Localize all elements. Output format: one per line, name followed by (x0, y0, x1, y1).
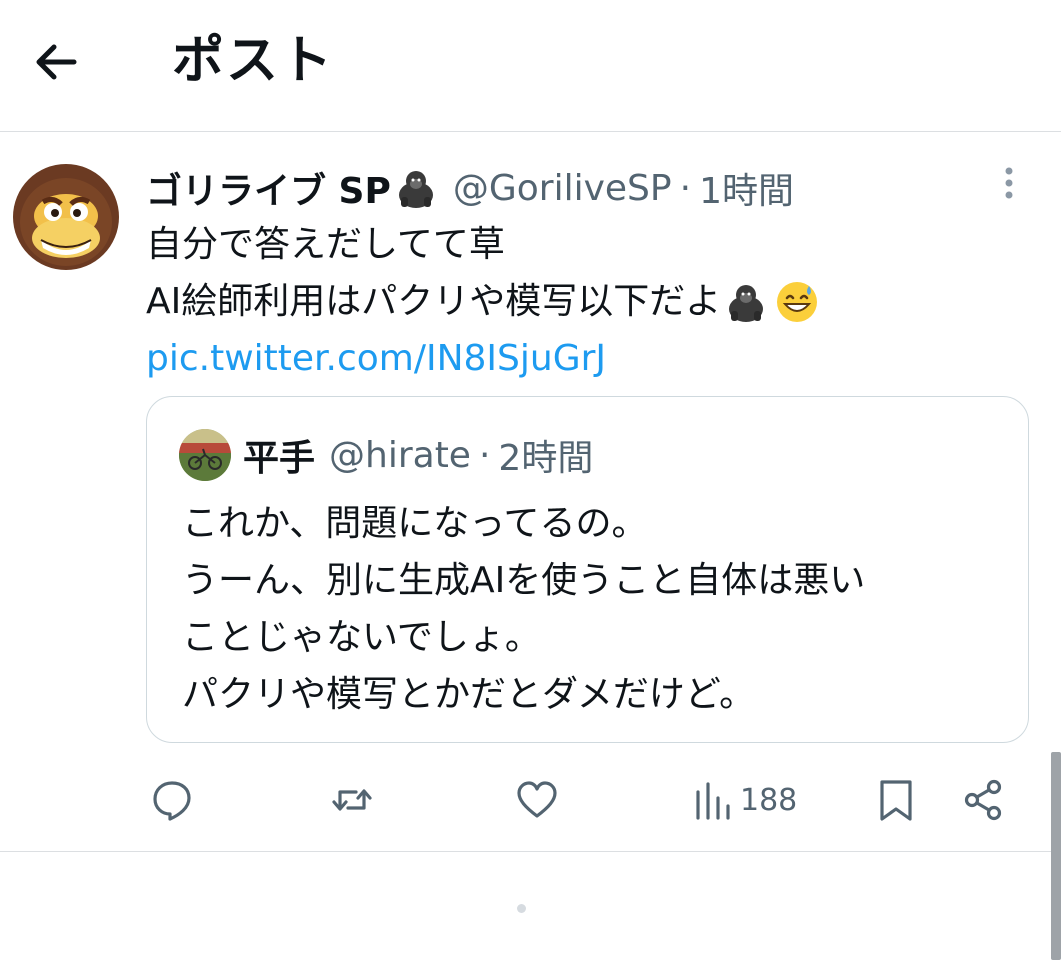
quote-author-name: 平手 (243, 438, 316, 479)
quote-text-line: これか、問題になってるの。 (182, 503, 648, 544)
quoted-tweet[interactable]: 平手 @hirate · 2時間 これか、問題になってるの。 うーん、別に生成A… (146, 396, 1029, 743)
quote-text-line: パクリや模写とかだとダメだけど。 (182, 674, 756, 715)
page-title: ポスト (172, 31, 335, 91)
separator-dot: · (679, 167, 692, 209)
reply-icon (153, 781, 191, 821)
tweet-header: ゴリライブ SP @GoriliveSP · 1時間 (146, 160, 794, 216)
reply-button[interactable] (150, 776, 194, 824)
quote-header: 平手 @hirate · 2時間 (243, 427, 593, 483)
separator-dot: · (478, 434, 491, 476)
loading-indicator-dot (517, 904, 526, 913)
bookmark-button[interactable] (874, 776, 918, 824)
bookmark-icon (880, 780, 912, 821)
views-count: 188 (740, 782, 798, 818)
tweet-text: 自分で答えだしてて草 AI絵師利用はパクリや模写以下だよ pic.twitter… (146, 216, 819, 387)
tweet-text-line: 自分で答えだしてて草 (146, 224, 505, 265)
quote-text-line: ことじゃないでしょ。 (182, 617, 541, 658)
scrollbar[interactable] (1051, 752, 1061, 960)
avatar-image (13, 164, 119, 270)
quote-text-line: うーん、別に生成AIを使うこと自体は悪い (182, 560, 866, 601)
more-vertical-icon (1005, 167, 1013, 199)
grinning-sweat-emoji (777, 281, 818, 322)
gorilla-emoji (729, 284, 764, 322)
tweet-text-line: AI絵師利用はパクリや模写以下だよ (146, 273, 819, 330)
author-handle[interactable]: @GoriliveSP (453, 168, 672, 209)
divider (0, 851, 1061, 852)
media-link[interactable]: pic.twitter.com/IN8ISjuGrJ (146, 330, 606, 387)
header-bar: ポスト (0, 0, 1061, 132)
back-button[interactable] (26, 32, 86, 92)
tweet-link-line: pic.twitter.com/IN8ISjuGrJ (146, 330, 819, 387)
retweet-button[interactable] (330, 776, 374, 824)
gorilla-emoji (398, 171, 433, 208)
avatar[interactable] (13, 164, 119, 270)
heart-icon (517, 781, 557, 818)
tweet-text-line-content: AI絵師利用はパクリや模写以下だよ (146, 281, 722, 322)
tweet-time[interactable]: 1時間 (699, 162, 794, 214)
quote-author-handle: @hirate (329, 434, 471, 476)
views-icon (696, 782, 730, 820)
share-button[interactable] (962, 776, 1006, 824)
author-name[interactable]: ゴリライブ SP (146, 162, 391, 214)
like-button[interactable] (515, 776, 559, 824)
retweet-icon (332, 789, 372, 811)
views-button[interactable]: 188 (692, 776, 797, 824)
share-icon (964, 779, 1002, 821)
arrow-left-icon (36, 44, 77, 80)
quote-time: 2時間 (498, 438, 594, 479)
quote-text: これか、問題になってるの。 うーん、別に生成AIを使うこと自体は悪い ことじゃな… (182, 495, 865, 723)
quote-avatar-image (179, 429, 231, 481)
more-options-button[interactable] (992, 163, 1026, 203)
quote-avatar (179, 429, 231, 481)
action-bar: 188 (0, 768, 1061, 832)
